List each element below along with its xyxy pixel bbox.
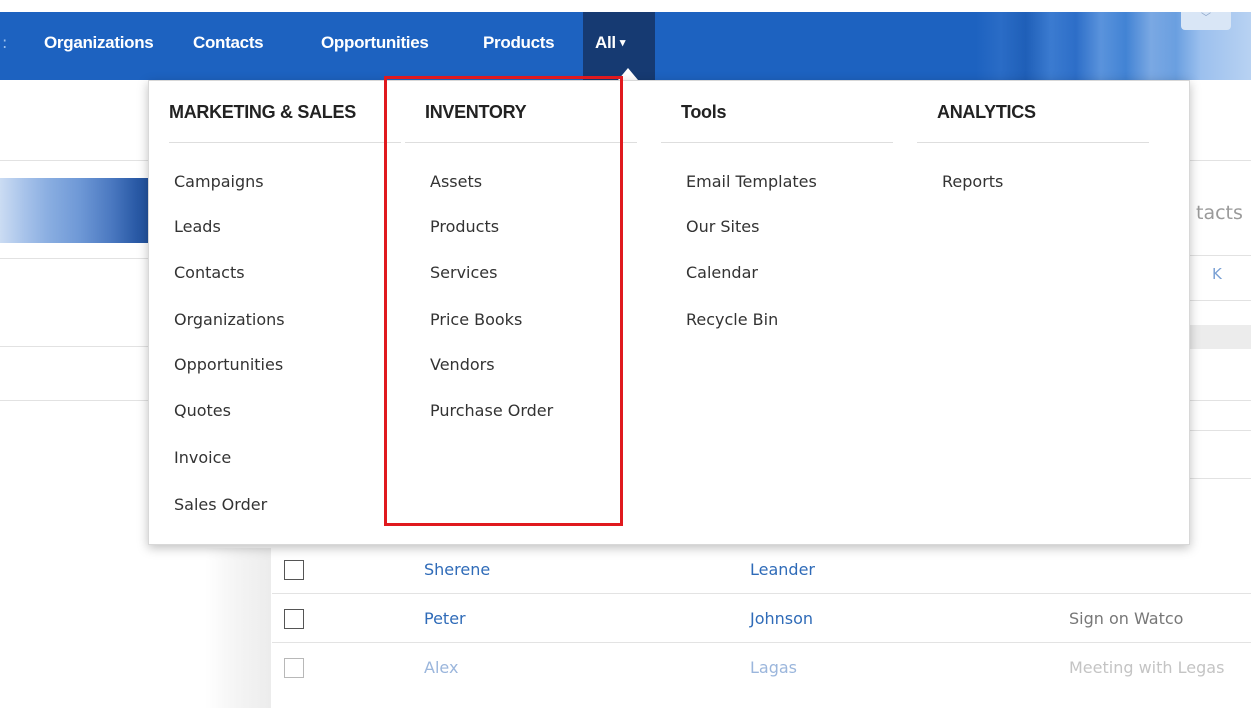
background-panel xyxy=(1190,325,1251,349)
row-checkbox[interactable] xyxy=(284,560,304,580)
column-heading: MARKETING & SALES xyxy=(169,102,356,122)
menu-item-recycle-bin[interactable]: Recycle Bin xyxy=(686,310,778,329)
menu-item-our-sites[interactable]: Our Sites xyxy=(686,217,759,236)
menu-item-quotes[interactable]: Quotes xyxy=(174,401,231,420)
menu-item-reports[interactable]: Reports xyxy=(942,172,1003,191)
table-row: Peter Johnson Sign on Watco xyxy=(272,597,1251,643)
column-divider xyxy=(169,142,401,143)
nav-tab-contacts[interactable]: Contacts xyxy=(193,12,264,80)
nav-tab-organizations[interactable]: Organizations xyxy=(44,12,154,80)
menu-item-campaigns[interactable]: Campaigns xyxy=(174,172,264,191)
chevron-down-icon: ﹀ xyxy=(1201,13,1211,24)
column-divider xyxy=(917,142,1149,143)
chevron-down-icon: ▾ xyxy=(619,37,626,49)
table-row: Alex Lagas Meeting with Legas xyxy=(272,646,1251,692)
column-divider xyxy=(661,142,893,143)
divider xyxy=(0,346,148,347)
nav-tab-all-label: All xyxy=(595,33,616,52)
divider xyxy=(0,400,148,401)
table-row: Sherene Leander xyxy=(272,548,1251,594)
all-modules-dropdown: MARKETING & SALES Campaigns Leads Contac… xyxy=(148,80,1190,545)
column-heading: ANALYTICS xyxy=(937,102,1036,122)
menu-item-calendar[interactable]: Calendar xyxy=(686,263,758,282)
menu-item-invoice[interactable]: Invoice xyxy=(174,448,231,467)
row-checkbox[interactable] xyxy=(284,609,304,629)
menu-item-organizations[interactable]: Organizations xyxy=(174,310,285,329)
divider xyxy=(1190,430,1251,431)
last-name-link[interactable]: Johnson xyxy=(750,609,813,628)
menu-item-leads[interactable]: Leads xyxy=(174,217,221,236)
nav-tab-products[interactable]: Products xyxy=(483,12,555,80)
first-name-link[interactable]: Peter xyxy=(424,609,466,628)
divider xyxy=(0,160,148,161)
table-left-rail xyxy=(205,548,271,708)
divider xyxy=(0,258,148,259)
divider xyxy=(1190,255,1251,256)
background-banner xyxy=(0,178,160,243)
contacts-table: Sherene Leander Peter Johnson Sign on Wa… xyxy=(272,548,1251,708)
divider xyxy=(1190,478,1251,479)
collapse-toggle[interactable]: ﹀ xyxy=(1181,12,1231,30)
divider xyxy=(1190,400,1251,401)
menu-item-opportunities[interactable]: Opportunities xyxy=(174,355,283,374)
row-note: Meeting with Legas xyxy=(1069,658,1225,677)
menu-item-sales-order[interactable]: Sales Order xyxy=(174,495,267,514)
last-name-link[interactable]: Leander xyxy=(750,560,815,579)
partial-letter-link[interactable]: K xyxy=(1212,265,1222,283)
highlight-box xyxy=(384,76,623,526)
first-name-link[interactable]: Sherene xyxy=(424,560,490,579)
divider xyxy=(1190,300,1251,301)
partial-heading: tacts xyxy=(1196,202,1243,224)
divider xyxy=(1190,160,1251,161)
last-name-link[interactable]: Lagas xyxy=(750,658,797,677)
nav-separator: : xyxy=(2,33,8,52)
first-name-link[interactable]: Alex xyxy=(424,658,458,677)
column-heading: Tools xyxy=(681,102,727,122)
nav-tab-opportunities[interactable]: Opportunities xyxy=(321,12,429,80)
menu-item-email-templates[interactable]: Email Templates xyxy=(686,172,817,191)
menu-item-contacts[interactable]: Contacts xyxy=(174,263,245,282)
row-note: Sign on Watco xyxy=(1069,609,1184,628)
row-checkbox[interactable] xyxy=(284,658,304,678)
